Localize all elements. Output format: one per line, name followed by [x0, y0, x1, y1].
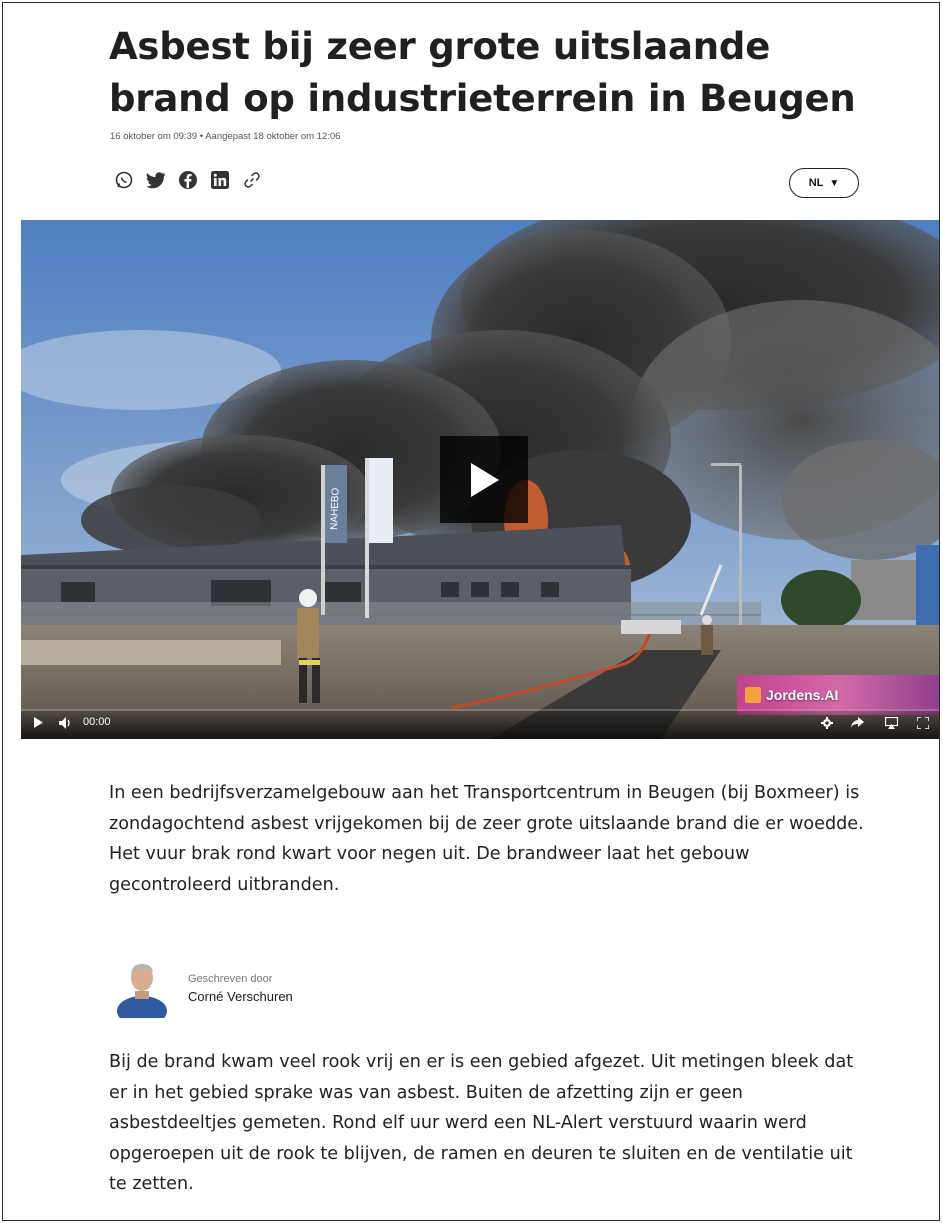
article-intro-paragraph: In een bedrijfsverzamelgebouw aan het Tr… — [109, 783, 864, 895]
volume-icon[interactable] — [59, 717, 73, 729]
author-avatar — [116, 958, 169, 1026]
fullscreen-icon[interactable] — [917, 717, 929, 729]
author-label: Geschreven door — [188, 972, 273, 985]
language-selector[interactable]: NL ▼ — [789, 168, 859, 198]
share-bar — [113, 169, 263, 191]
caret-down-icon: ▼ — [829, 177, 840, 189]
flag-text: NAHEBO — [329, 487, 341, 530]
video-controls: 00:00 — [21, 709, 939, 739]
article-title: Asbest bij zeer grote uitslaande brand o… — [109, 25, 856, 120]
article-page: Asbest bij zeer grote uitslaande brand o… — [2, 2, 940, 1221]
author-byline: Geschreven door Corné Verschuren — [116, 958, 293, 1026]
play-button[interactable] — [440, 436, 528, 523]
time-display: 00:00 — [83, 716, 111, 728]
airplay-icon[interactable] — [885, 717, 898, 729]
article-meta: 16 oktober om 09:39 • Aangepast 18 oktob… — [110, 131, 341, 142]
progress-bar[interactable] — [21, 709, 939, 711]
settings-icon[interactable] — [821, 717, 833, 729]
linkedin-icon[interactable] — [209, 169, 231, 191]
control-play-icon[interactable] — [33, 717, 43, 728]
twitter-icon[interactable] — [145, 169, 167, 191]
whatsapp-icon[interactable] — [113, 169, 135, 191]
link-icon[interactable] — [241, 169, 263, 191]
article-body-paragraph: Bij de brand kwam veel rook vrij en er i… — [109, 1052, 854, 1194]
watermark-text: Jordens.AI — [766, 687, 839, 703]
share-arrow-icon[interactable] — [851, 717, 864, 728]
play-icon — [471, 462, 499, 497]
watermark-logo-icon — [745, 687, 761, 703]
language-label: NL — [808, 177, 824, 189]
facebook-icon[interactable] — [177, 169, 199, 191]
author-name[interactable]: Corné Verschuren — [188, 989, 293, 1004]
video-player[interactable]: NAHEBO Jordens.AI 00:00 — [21, 220, 939, 739]
